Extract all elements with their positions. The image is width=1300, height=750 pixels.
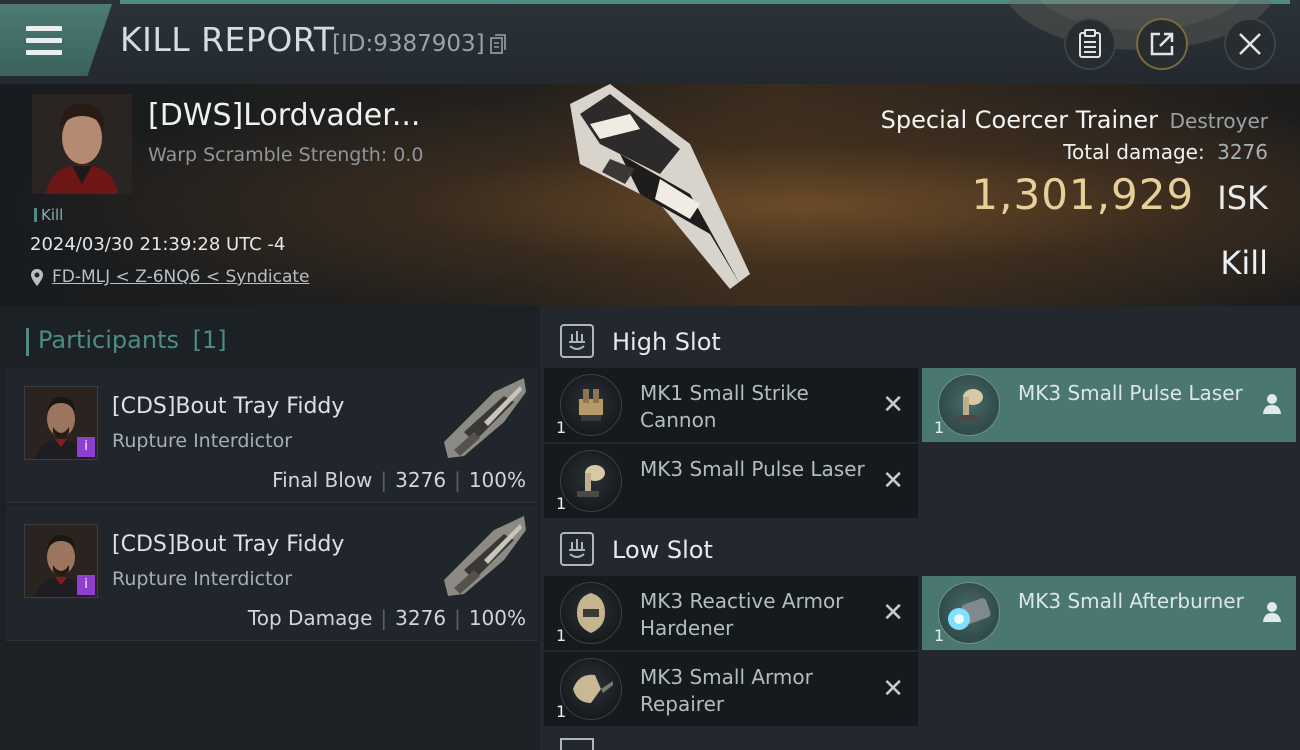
victim-ship[interactable]: Special Coercer Trainer Destroyer: [881, 106, 1268, 134]
page-title: KILL REPORT: [120, 20, 335, 59]
participant-role: Final Blow: [272, 468, 373, 492]
high-slot-header: High Slot: [540, 310, 1300, 372]
location-text: FD-MLJ < Z-6NQ6 < Syndicate: [52, 267, 310, 287]
corp-badge: i: [77, 437, 95, 457]
participant-percent: 100%: [468, 468, 526, 492]
module-item[interactable]: 1 MK3 Small Armor Repairer ✕: [544, 652, 918, 726]
participant-name[interactable]: [CDS]Bout Tray Fiddy: [112, 532, 344, 557]
module-qty: 1: [934, 626, 945, 645]
module-name: MK1 Small Strike Cannon: [640, 381, 809, 432]
kill-outcome: Kill: [1220, 244, 1268, 282]
menu-button[interactable]: [0, 4, 112, 76]
participants-header: Participants [1]: [26, 326, 227, 356]
low-slot-icon: [560, 532, 594, 566]
clipboard-icon: [1079, 29, 1101, 58]
pulse-laser-icon: [560, 450, 622, 512]
module-item[interactable]: 1 MK3 Reactive Armor Hardener ✕: [544, 576, 918, 650]
module-qty: 1: [934, 418, 945, 437]
module-item[interactable]: 1 MK3 Small Pulse Laser ✕: [544, 444, 918, 518]
module-item[interactable]: 1 MK1 Small Strike Cannon ✕: [544, 368, 918, 442]
clipboard-button[interactable]: [1064, 18, 1116, 70]
destroyed-icon: ✕: [882, 390, 904, 420]
next-slot-header-partial: [560, 738, 594, 750]
participant-name[interactable]: [CDS]Bout Tray Fiddy: [112, 394, 344, 419]
close-button[interactable]: [1224, 18, 1276, 70]
low-slot-label: Low Slot: [612, 536, 713, 564]
module-qty: 1: [556, 702, 567, 721]
participant-stats: Top Damage | 3276 | 100%: [247, 606, 526, 630]
location-pin-icon: [31, 269, 43, 286]
participant-avatar[interactable]: i: [24, 386, 98, 460]
destroyed-icon: ✕: [882, 466, 904, 496]
victim-ship-name: Special Coercer Trainer: [880, 106, 1158, 134]
participant-avatar[interactable]: i: [24, 524, 98, 598]
kill-tag: Kill: [34, 206, 63, 224]
module-name: MK3 Small Pulse Laser: [640, 457, 865, 481]
module-name: MK3 Small Armor Repairer: [640, 665, 813, 716]
high-slot-label: High Slot: [612, 328, 721, 356]
isk-unit: ISK: [1217, 179, 1268, 217]
victim-ship-class: Destroyer: [1169, 109, 1268, 133]
participant-ship: Rupture Interdictor: [112, 568, 292, 590]
report-id: [ID:9387903]: [332, 31, 485, 57]
module-name: MK3 Reactive Armor Hardener: [640, 589, 844, 640]
module-qty: 1: [556, 626, 567, 645]
menu-icon: [26, 26, 62, 56]
module-qty: 1: [556, 494, 567, 513]
destroyed-icon: ✕: [882, 674, 904, 704]
participant-ship-image: [444, 516, 526, 596]
strike-cannon-icon: [560, 374, 622, 436]
participant-ship: Rupture Interdictor: [112, 430, 292, 452]
victim-avatar[interactable]: [32, 94, 132, 194]
share-icon: [1150, 32, 1174, 56]
participant-percent: 100%: [468, 606, 526, 630]
isk-amount: 1,301,929: [971, 170, 1195, 219]
pulse-laser-icon: [938, 374, 1000, 436]
module-item[interactable]: 1 MK3 Small Afterburner: [922, 576, 1296, 650]
participant-role: Top Damage: [247, 606, 373, 630]
high-slot-icon: [560, 324, 594, 358]
participant-row[interactable]: i [CDS]Bout Tray Fiddy Rupture Interdict…: [6, 368, 538, 503]
module-name: MK3 Small Pulse Laser: [1018, 381, 1243, 405]
participants-count: [1]: [192, 326, 227, 354]
isk-value: 1,301,929 ISK: [971, 170, 1268, 219]
module-name: MK3 Small Afterburner: [1018, 589, 1244, 613]
armor-repairer-icon: [560, 658, 622, 720]
total-damage: Total damage: 3276: [1063, 140, 1268, 164]
participant-ship-image: [444, 378, 526, 458]
low-slot-header: Low Slot: [540, 518, 1300, 580]
corp-badge: i: [77, 575, 95, 595]
participant-damage: 3276: [395, 606, 447, 630]
participant-row[interactable]: i [CDS]Bout Tray Fiddy Rupture Interdict…: [6, 506, 538, 641]
share-button[interactable]: [1136, 18, 1188, 70]
header-bar: KILL REPORT [ID:9387903]: [0, 0, 1300, 84]
total-damage-value: 3276: [1217, 140, 1268, 164]
participants-label: Participants: [38, 326, 179, 354]
close-icon: [1239, 33, 1261, 55]
module-item[interactable]: 1 MK3 Small Pulse Laser: [922, 368, 1296, 442]
armor-hardener-icon: [560, 582, 622, 644]
fittings-panel: High Slot 1 MK1 Small Strike Cannon ✕ 1 …: [540, 306, 1300, 750]
person-icon: [1263, 394, 1281, 414]
victim-ship-image: [570, 84, 750, 289]
participant-damage: 3276: [395, 468, 447, 492]
kill-location-link[interactable]: FD-MLJ < Z-6NQ6 < Syndicate: [30, 267, 310, 287]
kill-datetime: 2024/03/30 21:39:28 UTC -4: [30, 234, 286, 255]
kill-banner: [DWS]Lordvader... Warp Scramble Strength…: [0, 84, 1300, 306]
participant-stats: Final Blow | 3276 | 100%: [272, 468, 526, 492]
warp-scramble-strength: Warp Scramble Strength: 0.0: [148, 144, 424, 166]
kill-report-window: KILL REPORT [ID:9387903] [DWS]Lordvader.…: [0, 0, 1300, 750]
victim-name[interactable]: [DWS]Lordvader...: [148, 98, 420, 133]
destroyed-icon: ✕: [882, 598, 904, 628]
afterburner-icon: [938, 582, 1000, 644]
person-icon: [1263, 602, 1281, 622]
participants-panel: Participants [1] i [CDS]Bout Tray Fiddy …: [0, 306, 540, 750]
total-damage-label: Total damage:: [1063, 140, 1205, 164]
module-qty: 1: [556, 418, 567, 437]
copy-icon[interactable]: [490, 34, 506, 54]
